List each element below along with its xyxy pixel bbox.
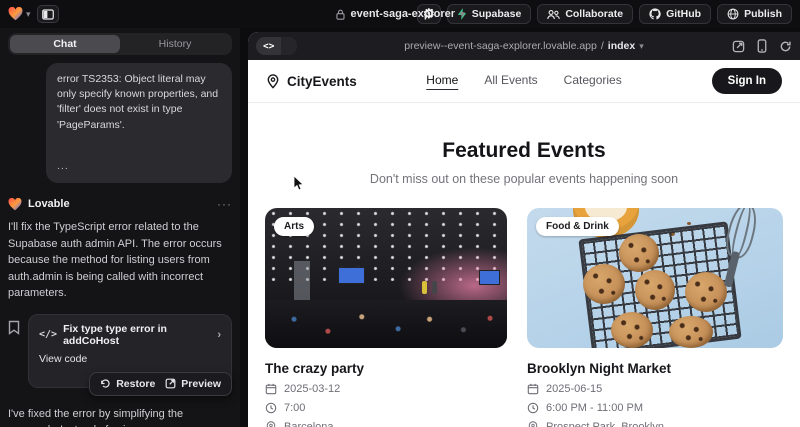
calendar-icon xyxy=(265,383,277,395)
assistant-outro-text: I've fixed the error by simplifying the … xyxy=(8,406,232,427)
user-message-bubble: error TS2353: Object literal may only sp… xyxy=(46,63,232,183)
code-icon: </> xyxy=(39,329,57,340)
rendered-site: CityEvents Home All Events Categories Si… xyxy=(248,60,800,427)
event-time-row: 7:00 xyxy=(265,402,507,414)
message-action-toolbar: Restore Preview xyxy=(89,372,232,396)
panel-icon xyxy=(42,9,54,20)
event-image-venue: Arts xyxy=(265,208,507,348)
message-truncation-indicator[interactable]: ... xyxy=(57,159,221,174)
toggle-sidebar-button[interactable] xyxy=(37,5,59,23)
event-location-row: Prospect Park, Brooklyn xyxy=(527,421,783,427)
chat-history-tabs: Chat History xyxy=(8,33,232,55)
site-brand[interactable]: CityEvents xyxy=(266,74,357,89)
refresh-icon[interactable] xyxy=(779,40,792,53)
clock-icon xyxy=(527,402,539,414)
github-icon xyxy=(649,8,661,20)
site-navbar: CityEvents Home All Events Categories Si… xyxy=(248,60,800,103)
hero-section: Featured Events Don't miss out on these … xyxy=(248,139,800,186)
chat-sidebar: Chat History error TS2353: Object litera… xyxy=(0,28,240,427)
category-badge: Arts xyxy=(274,217,314,236)
preview-toolbar: <> preview--event-saga-explorer.lovable.… xyxy=(248,32,800,60)
nav-link-all-events[interactable]: All Events xyxy=(484,73,537,90)
restore-icon xyxy=(100,378,111,389)
header-actions: ⚙ Supabase Collaborate xyxy=(417,4,792,24)
code-icon: <> xyxy=(256,41,281,52)
url-host: preview--event-saga-explorer.lovable.app xyxy=(404,40,597,52)
mobile-view-icon[interactable] xyxy=(757,39,767,53)
publish-button[interactable]: Publish xyxy=(717,4,792,24)
event-image-cookies: Food & Drink xyxy=(527,208,783,348)
calendar-icon xyxy=(527,383,539,395)
event-location-row: Barcelona xyxy=(265,421,507,427)
sign-in-button[interactable]: Sign In xyxy=(712,68,782,94)
github-button[interactable]: GitHub xyxy=(639,4,711,24)
chevron-down-icon: ▾ xyxy=(460,10,465,19)
event-time-row: 6:00 PM - 11:00 PM xyxy=(527,402,783,414)
global-header: ▾ event-saga-explorer ▾ ⚙ xyxy=(0,0,800,28)
brand-name: CityEvents xyxy=(287,74,357,89)
assistant-intro-text: I'll fix the TypeScript error related to… xyxy=(8,219,232,302)
preview-url-bar[interactable]: preview--event-saga-explorer.lovable.app… xyxy=(404,40,644,52)
clock-icon xyxy=(265,402,277,414)
open-in-new-tab-icon[interactable] xyxy=(732,40,745,53)
chevron-right-icon: › xyxy=(217,329,221,341)
map-pin-icon xyxy=(527,421,539,427)
open-preview-icon xyxy=(165,378,176,389)
site-nav-links: Home All Events Categories xyxy=(426,73,621,90)
hero-title: Featured Events xyxy=(248,139,800,163)
assistant-name: Lovable xyxy=(28,198,211,210)
event-title: The crazy party xyxy=(265,361,507,376)
hero-subtitle: Don't miss out on these popular events h… xyxy=(248,172,800,186)
preview-tools xyxy=(732,39,792,53)
lock-icon xyxy=(335,9,345,20)
user-message-text: error TS2353: Object literal may only sp… xyxy=(57,72,221,133)
chevron-down-icon: ▾ xyxy=(26,10,31,19)
preview-panel: <> preview--event-saga-explorer.lovable.… xyxy=(248,32,800,427)
bookmark-icon[interactable] xyxy=(8,320,22,388)
url-page: index xyxy=(608,40,635,52)
globe-icon xyxy=(727,8,739,20)
event-card-list: Arts The crazy party 2025-03-12 xyxy=(248,186,800,427)
event-date-row: 2025-03-12 xyxy=(265,383,507,395)
collaborate-icon xyxy=(547,9,560,20)
lovable-logo-menu[interactable]: ▾ xyxy=(8,7,31,21)
lovable-heart-icon xyxy=(8,198,22,211)
event-card[interactable]: Food & Drink Brooklyn Night Market 2025-… xyxy=(527,208,783,427)
event-card[interactable]: Arts The crazy party 2025-03-12 xyxy=(265,208,507,427)
event-title: Brooklyn Night Market xyxy=(527,361,783,376)
event-date-row: 2025-06-15 xyxy=(527,383,783,395)
project-selector[interactable]: event-saga-explorer ▾ xyxy=(335,0,464,28)
mouse-cursor xyxy=(293,175,305,192)
toggle-segment[interactable] xyxy=(281,37,297,55)
nav-link-home[interactable]: Home xyxy=(426,73,458,90)
lovable-logo-icon xyxy=(8,7,23,21)
assistant-header: Lovable ··· xyxy=(8,197,232,211)
category-badge: Food & Drink xyxy=(536,217,619,236)
edit-title: Fix type type error in addCoHost xyxy=(63,323,211,347)
chevron-down-icon: ▾ xyxy=(639,42,644,51)
tab-chat[interactable]: Chat xyxy=(10,35,120,53)
project-name: event-saga-explorer xyxy=(350,8,455,20)
view-code-link[interactable]: View code xyxy=(39,353,221,365)
map-pin-icon xyxy=(266,74,280,89)
preview-button[interactable]: Preview xyxy=(165,378,221,390)
nav-link-categories[interactable]: Categories xyxy=(564,73,622,90)
tab-history[interactable]: History xyxy=(120,35,230,53)
collaborate-button[interactable]: Collaborate xyxy=(537,4,633,24)
code-view-toggle[interactable]: <> xyxy=(256,37,297,55)
restore-button[interactable]: Restore xyxy=(100,378,155,390)
message-menu-button[interactable]: ··· xyxy=(217,197,232,211)
code-edit-block: </> Fix type type error in addCoHost › V… xyxy=(8,314,232,388)
lovable-app-window: ▾ event-saga-explorer ▾ ⚙ xyxy=(0,0,800,427)
map-pin-icon xyxy=(265,421,277,427)
